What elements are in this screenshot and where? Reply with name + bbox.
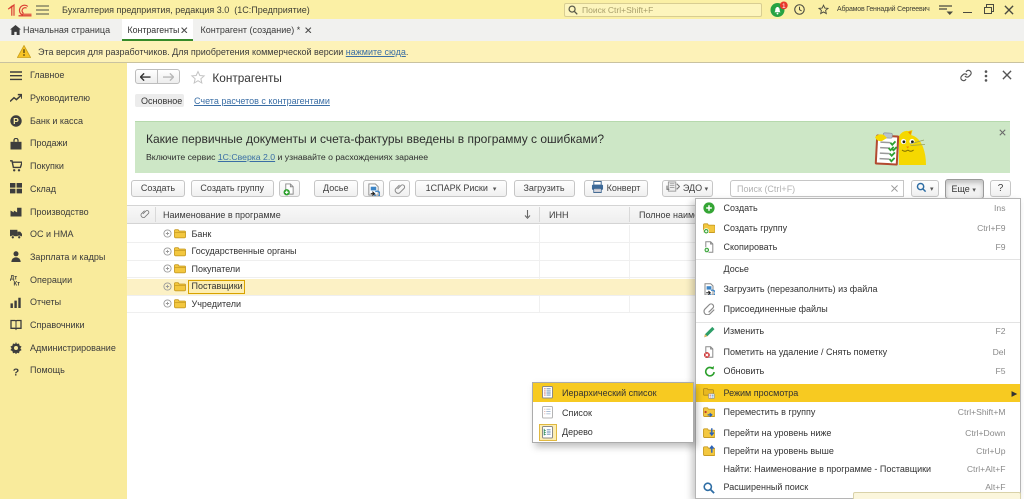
svg-text:1: 1: [782, 3, 786, 10]
svg-text:Р: Р: [13, 116, 19, 126]
svg-text:Кт: Кт: [14, 281, 21, 286]
svg-text:?: ?: [13, 366, 19, 377]
